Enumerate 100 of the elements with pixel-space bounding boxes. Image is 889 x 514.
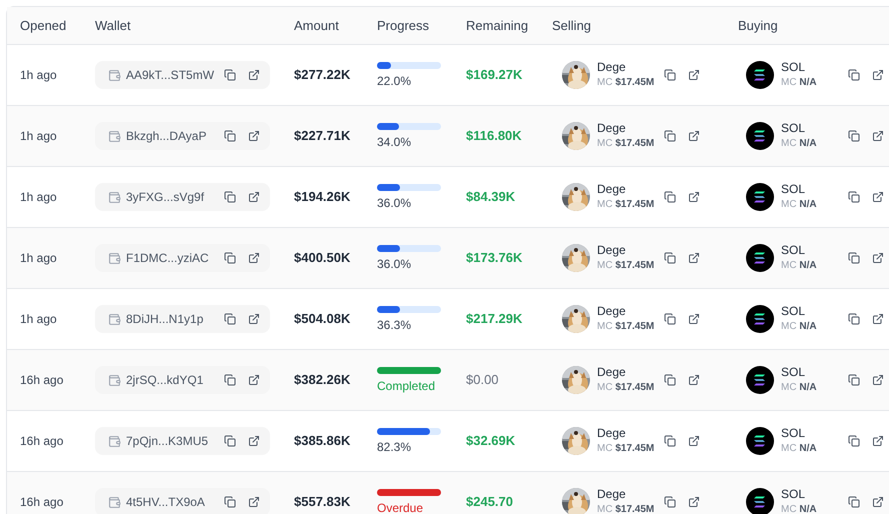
external-link-button[interactable] xyxy=(247,129,261,143)
copy-button[interactable] xyxy=(663,251,677,265)
remaining-amount: $245.70 xyxy=(466,494,513,509)
external-link-button[interactable] xyxy=(687,129,701,143)
token-logo-icon xyxy=(746,488,774,514)
copy-button[interactable] xyxy=(663,68,677,82)
copy-button[interactable] xyxy=(663,129,677,143)
progress-label: 34.0% xyxy=(377,134,412,151)
external-link-button[interactable] xyxy=(871,190,885,204)
wallet-address: 8DiJH...N1y1p xyxy=(126,311,204,328)
copy-button[interactable] xyxy=(223,251,237,265)
external-link-button[interactable] xyxy=(247,68,261,82)
column-header: Buying xyxy=(738,18,778,32)
external-link-button[interactable] xyxy=(687,434,701,448)
copy-button[interactable] xyxy=(847,434,861,448)
token-logo-icon xyxy=(746,122,774,150)
wallet-address: 3yFXG...sVg9f xyxy=(126,189,206,206)
external-link-button[interactable] xyxy=(687,251,701,265)
copy-button[interactable] xyxy=(847,190,861,204)
copy-button[interactable] xyxy=(223,129,237,143)
market-cap-value: $17.45M xyxy=(615,199,654,210)
amount: $400.50K xyxy=(294,250,350,265)
copy-button[interactable] xyxy=(663,434,677,448)
opened-time: 1h ago xyxy=(20,190,57,204)
market-cap-label: MC xyxy=(781,199,797,210)
external-link-button[interactable] xyxy=(247,251,261,265)
external-link-button[interactable] xyxy=(687,373,701,387)
external-link-button[interactable] xyxy=(871,251,885,265)
amount: $194.26K xyxy=(294,189,350,204)
external-link-button[interactable] xyxy=(247,434,261,448)
remaining-amount: $217.29K xyxy=(466,311,522,326)
token-symbol: Dege xyxy=(597,364,627,380)
copy-button[interactable] xyxy=(847,373,861,387)
copy-button[interactable] xyxy=(663,495,677,509)
column-header: Opened xyxy=(20,18,66,32)
opened-time: 1h ago xyxy=(20,68,57,82)
wallet-icon xyxy=(108,496,121,508)
copy-button[interactable] xyxy=(223,68,237,82)
column-header: Amount xyxy=(294,18,339,32)
external-link-button[interactable] xyxy=(687,190,701,204)
copy-button[interactable] xyxy=(847,312,861,326)
progress-label: 22.0% xyxy=(377,73,412,90)
market-cap-value: $17.45M xyxy=(615,321,654,332)
progress-label: Completed xyxy=(377,378,436,395)
market-cap-value: N/A xyxy=(799,77,817,88)
copy-button[interactable] xyxy=(663,373,677,387)
token-logo-icon xyxy=(746,244,774,272)
token-logo-icon xyxy=(746,305,774,333)
progress-label: 36.0% xyxy=(377,256,412,273)
token-symbol: Dege xyxy=(597,242,627,258)
copy-button[interactable] xyxy=(223,434,237,448)
copy-button[interactable] xyxy=(223,495,237,509)
token-symbol: SOL xyxy=(781,120,806,136)
token-logo-icon xyxy=(746,61,774,89)
wallet-address: Bkzgh...DAyaP xyxy=(126,128,208,145)
market-cap-value: $17.45M xyxy=(615,504,654,514)
token-symbol: SOL xyxy=(781,242,806,258)
external-link-button[interactable] xyxy=(871,312,885,326)
external-link-button[interactable] xyxy=(871,495,885,509)
external-link-button[interactable] xyxy=(687,495,701,509)
market-cap-label: MC xyxy=(781,321,797,332)
market-cap-label: MC xyxy=(781,260,797,271)
progress-label: 82.3% xyxy=(377,439,412,456)
copy-button[interactable] xyxy=(663,190,677,204)
market-cap-value: $17.45M xyxy=(615,77,654,88)
copy-button[interactable] xyxy=(847,129,861,143)
copy-button[interactable] xyxy=(847,495,861,509)
copy-button[interactable] xyxy=(223,190,237,204)
token-symbol: Dege xyxy=(597,120,627,136)
token-logo-icon xyxy=(746,183,774,211)
external-link-button[interactable] xyxy=(687,68,701,82)
copy-button[interactable] xyxy=(847,251,861,265)
market-cap-value: N/A xyxy=(799,443,817,454)
column-header: Progress xyxy=(377,18,430,32)
external-link-button[interactable] xyxy=(247,190,261,204)
progress-label: 36.3% xyxy=(377,317,412,334)
wallet-icon xyxy=(108,68,121,82)
copy-button[interactable] xyxy=(847,68,861,82)
copy-button[interactable] xyxy=(663,312,677,326)
external-link-button[interactable] xyxy=(871,129,885,143)
external-link-button[interactable] xyxy=(871,373,885,387)
amount: $227.71K xyxy=(294,128,350,143)
progress-label: 36.0% xyxy=(377,195,412,212)
wallet-icon xyxy=(108,434,121,448)
external-link-button[interactable] xyxy=(247,373,261,387)
copy-button[interactable] xyxy=(223,312,237,326)
external-link-button[interactable] xyxy=(247,495,261,509)
remaining-amount: $173.76K xyxy=(466,250,522,265)
external-link-button[interactable] xyxy=(871,68,885,82)
amount: $385.86K xyxy=(294,433,350,448)
wallet-icon xyxy=(108,130,121,142)
remaining-amount: $0.00 xyxy=(466,372,499,387)
remaining-amount: $116.80K xyxy=(466,128,522,143)
amount: $557.83K xyxy=(294,494,350,509)
external-link-button[interactable] xyxy=(247,312,261,326)
token-symbol: SOL xyxy=(781,425,806,441)
external-link-button[interactable] xyxy=(687,312,701,326)
external-link-button[interactable] xyxy=(871,434,885,448)
wallet-address: 2jrSQ...kdYQ1 xyxy=(126,372,204,389)
copy-button[interactable] xyxy=(223,373,237,387)
